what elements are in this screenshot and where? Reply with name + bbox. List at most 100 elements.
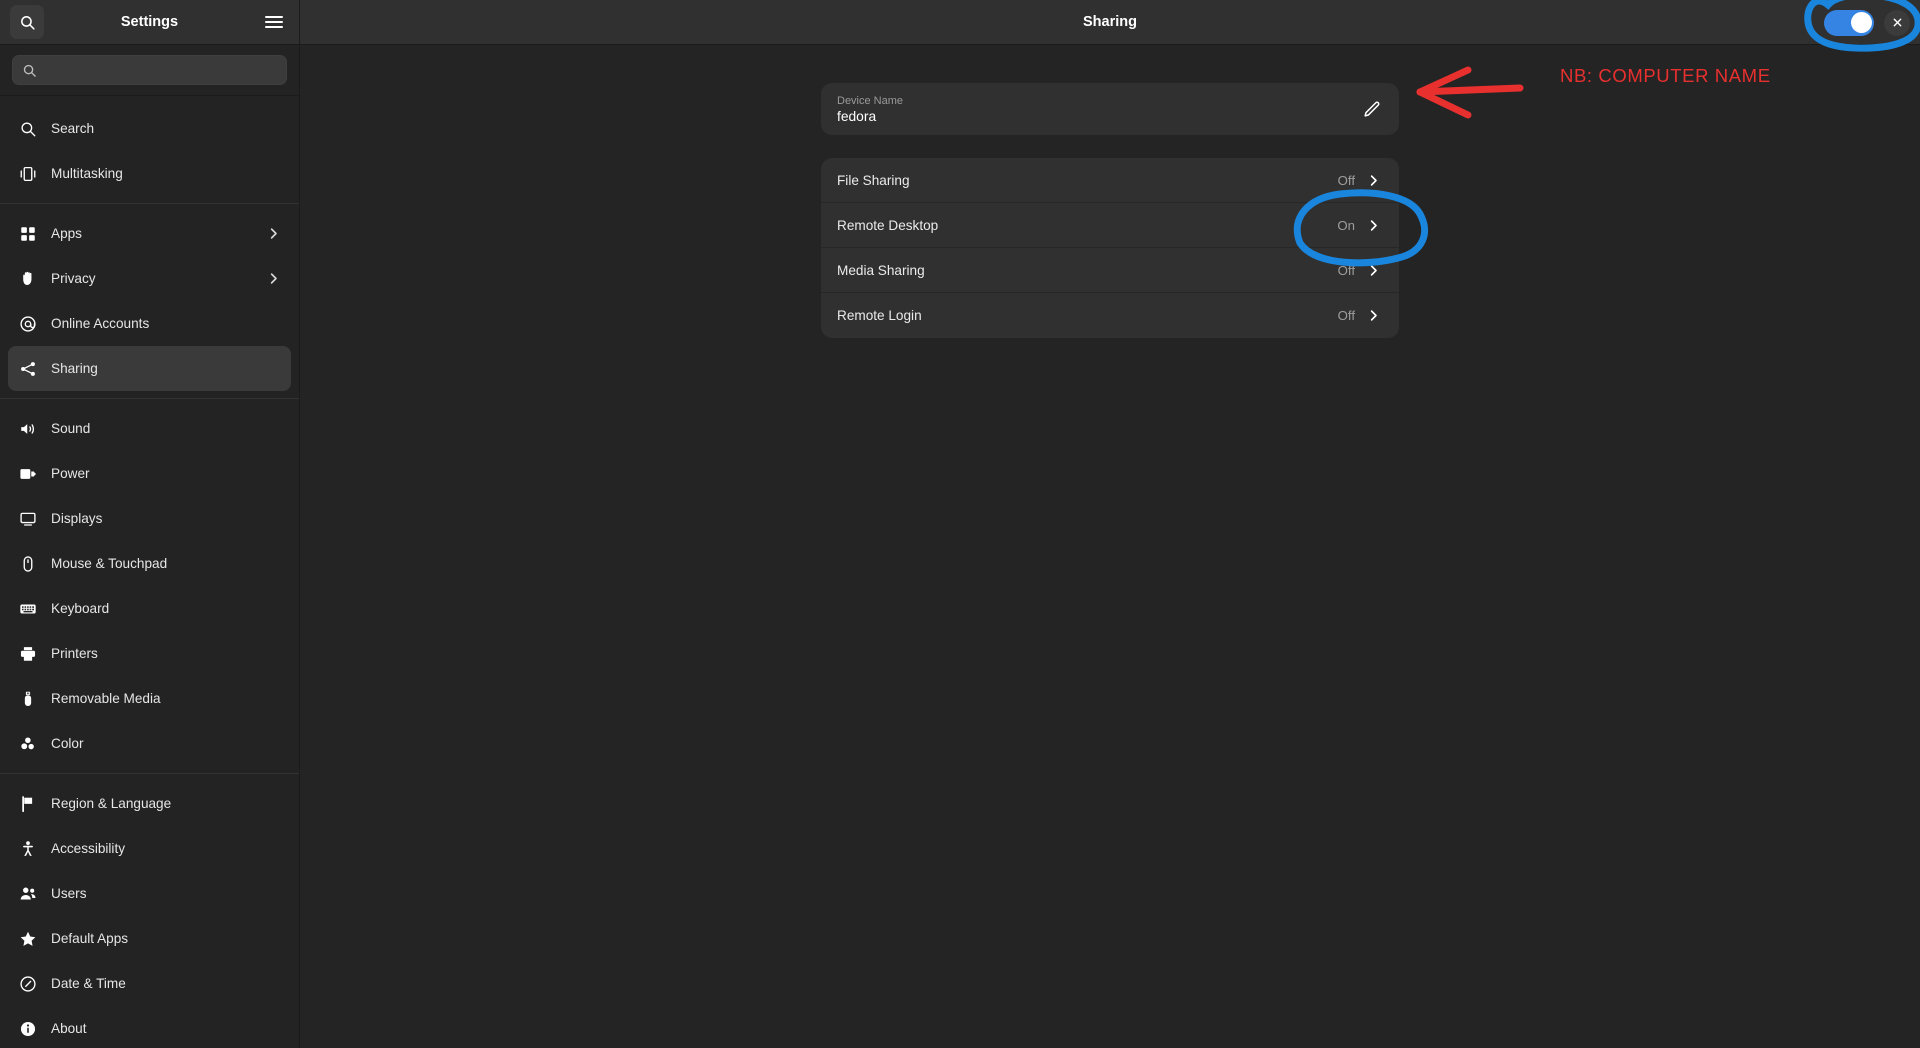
- sharing-options-list: File Sharing Off Remote Desktop On Media Sha…: [821, 158, 1399, 338]
- sidebar-group: Sound Power Displays Mouse & Touchpad Keyboa…: [0, 402, 299, 770]
- close-icon: [1893, 18, 1901, 27]
- clock-icon: [18, 974, 38, 994]
- monitor-icon: [18, 509, 38, 529]
- sidebar-item-label: Sharing: [51, 361, 98, 376]
- sidebar-group: Search Multitasking: [0, 102, 299, 200]
- sharing-row-label: Remote Desktop: [837, 217, 939, 233]
- sidebar-item-sound[interactable]: Sound: [8, 406, 291, 451]
- chevron-right-icon: [266, 271, 281, 286]
- sharing-row-label: Media Sharing: [837, 262, 925, 278]
- sidebar-item-power[interactable]: Power: [8, 451, 291, 496]
- sidebar-item-region-language[interactable]: Region & Language: [8, 781, 291, 826]
- flag-icon: [18, 794, 38, 814]
- sidebar-item-label: Mouse & Touchpad: [51, 556, 168, 571]
- sidebar-item-printers[interactable]: Printers: [8, 631, 291, 676]
- device-name-value: fedora: [837, 108, 877, 124]
- sidebar-item-displays[interactable]: Displays: [8, 496, 291, 541]
- main-panel: Sharing Device Name fedora File Sharing …: [300, 0, 1920, 1048]
- device-name-card[interactable]: Device Name fedora: [821, 83, 1399, 135]
- sidebar-item-default-apps[interactable]: Default Apps: [8, 916, 291, 961]
- sidebar-item-label: Accessibility: [51, 841, 126, 856]
- sidebar-item-label: Search: [51, 121, 95, 136]
- sidebar-item-accessibility[interactable]: Accessibility: [8, 826, 291, 871]
- sidebar-item-multitasking[interactable]: Multitasking: [8, 151, 291, 196]
- printer-icon: [18, 644, 38, 664]
- pencil-edit-icon[interactable]: [1362, 100, 1381, 119]
- status-badge: Off: [1337, 308, 1355, 323]
- annotation-note-text: NB: COMPUTER NAME: [1560, 65, 1771, 86]
- sidebar-header: Settings: [0, 0, 299, 45]
- usb-drive-icon: [18, 689, 38, 709]
- sidebar: Settings Search Multitasking Apps Privacy On…: [0, 0, 300, 1048]
- status-badge: Off: [1337, 172, 1355, 188]
- at-sign-icon: [18, 314, 38, 334]
- sharing-row-right: On: [1337, 218, 1381, 233]
- chevron-right-icon: [1366, 173, 1381, 188]
- sidebar-item-label: Multitasking: [51, 166, 123, 181]
- sidebar-group: Apps Privacy Online Accounts Sharing: [0, 207, 299, 395]
- pencil-edit-icon-glyph: [1364, 101, 1380, 117]
- search-icon: [20, 15, 35, 30]
- sidebar-item-privacy[interactable]: Privacy: [8, 256, 291, 301]
- sidebar-item-sharing[interactable]: Sharing: [8, 346, 291, 391]
- multitasking-icon: [18, 164, 38, 184]
- sharing-row-remote-desktop[interactable]: Remote Desktop On: [821, 203, 1399, 248]
- search-button[interactable]: [10, 5, 44, 39]
- mouse-icon: [18, 554, 38, 574]
- sidebar-item-label: Keyboard: [51, 601, 110, 616]
- sharing-row-remote-login[interactable]: Remote Login Off: [821, 293, 1399, 338]
- sharing-row-right: Off: [1338, 308, 1381, 323]
- sidebar-group: Region & Language Accessibility Users Defau…: [0, 777, 299, 1048]
- hand-privacy-icon: [18, 269, 38, 289]
- info-circle-icon: [18, 1019, 38, 1039]
- device-name-text: Device Name fedora: [837, 95, 903, 124]
- share-nodes-icon: [18, 359, 38, 379]
- main-header: Sharing: [300, 0, 1920, 45]
- sharing-row-label: File Sharing: [837, 172, 910, 188]
- sidebar-item-label: Printers: [51, 646, 98, 661]
- sidebar-item-label: Removable Media: [51, 691, 161, 706]
- sidebar-item-online-accounts[interactable]: Online Accounts: [8, 301, 291, 346]
- sidebar-item-keyboard[interactable]: Keyboard: [8, 586, 291, 631]
- sharing-row-file-sharing[interactable]: File Sharing Off: [821, 158, 1399, 203]
- apps-grid-icon: [18, 224, 38, 244]
- sidebar-item-label: Power: [51, 466, 90, 481]
- search-icon: [23, 64, 36, 77]
- sidebar-item-users[interactable]: Users: [8, 871, 291, 916]
- search-input[interactable]: [45, 62, 277, 78]
- sidebar-item-mouse-touchpad[interactable]: Mouse & Touchpad: [8, 541, 291, 586]
- sidebar-divider: [0, 398, 299, 399]
- color-circles-icon: [18, 734, 38, 754]
- sidebar-item-label: Displays: [51, 511, 103, 526]
- device-name-label: Device Name: [837, 94, 904, 107]
- sidebar-item-date-time[interactable]: Date & Time: [8, 961, 291, 1006]
- close-button[interactable]: [1884, 9, 1910, 36]
- sidebar-item-label: Privacy: [51, 271, 96, 286]
- sidebar-search-container: [0, 45, 299, 96]
- speaker-icon: [18, 419, 38, 439]
- chevron-right-icon: [266, 226, 281, 241]
- sharing-row-label: Remote Login: [837, 308, 922, 323]
- star-icon: [18, 929, 38, 949]
- search-icon: [18, 119, 38, 139]
- sidebar-item-label: Color: [51, 736, 84, 751]
- sidebar-item-label: Date & Time: [51, 976, 126, 991]
- sidebar-item-label: Online Accounts: [51, 316, 150, 331]
- sidebar-item-search[interactable]: Search: [8, 106, 291, 151]
- sidebar-item-removable-media[interactable]: Removable Media: [8, 676, 291, 721]
- main-menu-button[interactable]: [259, 7, 289, 37]
- toggle-knob: [1850, 12, 1872, 33]
- sidebar-item-label: Default Apps: [51, 931, 129, 946]
- sidebar-item-label: Apps: [51, 226, 82, 241]
- search-field[interactable]: [12, 55, 287, 85]
- sidebar-item-label: Region & Language: [51, 796, 172, 811]
- battery-power-icon: [18, 464, 38, 484]
- sharing-row-media-sharing[interactable]: Media Sharing Off: [821, 248, 1399, 293]
- chevron-right-icon: [1366, 308, 1381, 323]
- sidebar-item-label: About: [51, 1021, 87, 1036]
- sidebar-item-color[interactable]: Color: [8, 721, 291, 766]
- sidebar-item-apps[interactable]: Apps: [8, 211, 291, 256]
- window-toggle-switch[interactable]: [1824, 9, 1874, 36]
- sidebar-item-about[interactable]: About: [8, 1006, 291, 1048]
- users-icon: [18, 884, 38, 904]
